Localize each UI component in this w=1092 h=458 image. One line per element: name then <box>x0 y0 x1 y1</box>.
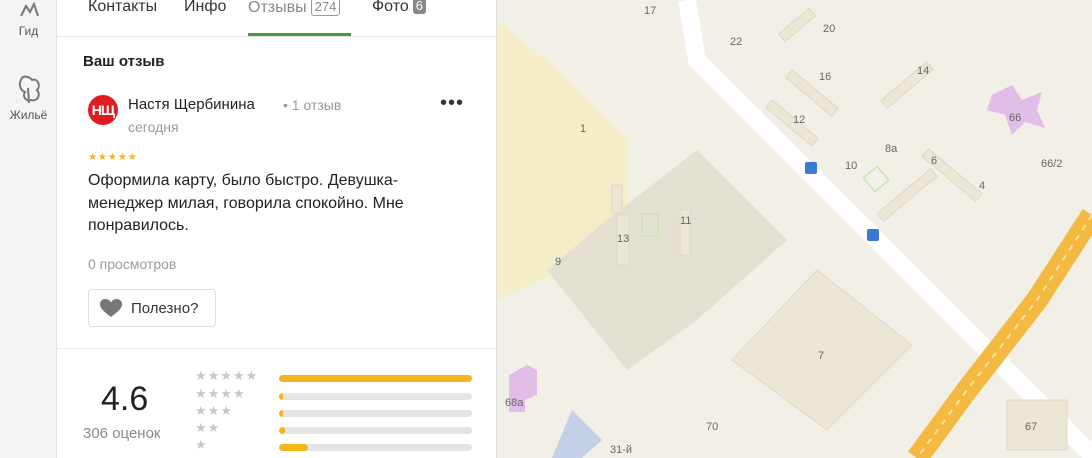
tab-photos-count: 6 <box>412 0 426 14</box>
map-label: 31-й <box>610 444 633 456</box>
rating-distribution-row[interactable]: ★★ <box>195 420 475 437</box>
avatar[interactable]: НЩ <box>88 95 118 125</box>
your-review-title: Ваш отзыв <box>83 53 165 70</box>
map-building <box>611 184 623 214</box>
rail-item-lodging-label: Жильё <box>9 108 48 122</box>
rail-item-lodging[interactable]: Жильё <box>0 74 57 122</box>
rail-item-guide-label: Гид <box>18 24 39 38</box>
map-label: 17 <box>644 5 657 17</box>
map-label: 9 <box>555 256 562 268</box>
distribution-fill <box>279 410 283 417</box>
distribution-stars: ★★★★ <box>195 386 246 401</box>
distribution-stars: ★★ <box>195 420 221 435</box>
tab-info-label: Инфо <box>184 0 227 15</box>
organization-panel: Контакты Инфо Отзывы 274 Фото 6 Ваш отзыв … <box>57 0 497 458</box>
tab-contacts-label: Контакты <box>88 0 158 15</box>
author-name[interactable]: Настя Щербинина <box>128 96 255 113</box>
map-label: 8а <box>885 143 898 155</box>
rating-distribution-row[interactable]: ★★★★★ <box>195 368 475 385</box>
map-label: 6 <box>931 155 938 167</box>
map-label: 70 <box>706 421 719 433</box>
map-label: 1 <box>580 123 587 135</box>
distribution-stars: ★★★ <box>195 403 233 418</box>
distribution-fill <box>279 375 472 382</box>
rating-distribution-row[interactable]: ★ <box>195 437 475 454</box>
distribution-track <box>279 410 472 417</box>
map-label: 66 <box>1009 112 1022 124</box>
map-label: 10 <box>845 160 858 172</box>
more-options-button[interactable]: ••• <box>437 93 467 120</box>
lodging-icon <box>18 75 40 104</box>
bus-stop-icon[interactable] <box>805 162 817 174</box>
map-label: 20 <box>823 23 836 35</box>
distribution-stars: ★★★★★ <box>195 368 259 383</box>
map-label: 12 <box>793 114 806 126</box>
distribution-fill <box>279 444 308 451</box>
map-label: 14 <box>917 65 930 77</box>
distribution-stars: ★ <box>195 437 208 452</box>
tab-reviews[interactable]: Отзывы 274 <box>248 0 341 17</box>
review-text: Оформила карту, было быстро. Девушка-мен… <box>88 172 404 234</box>
rating-count: 306 оценок <box>83 425 161 442</box>
guide-icon <box>19 2 39 17</box>
map-view[interactable]: 17 22 20 16 14 12 66 1 8а 10 6 66/2 4 13… <box>497 0 1092 458</box>
map-label: 68а <box>505 397 524 409</box>
rating-distribution-row[interactable]: ★★★★ <box>195 386 475 403</box>
helpful-button[interactable]: Полезно? <box>88 289 216 327</box>
helpful-button-label: Полезно? <box>131 299 199 317</box>
distribution-track <box>279 393 472 400</box>
rail-item-guide[interactable]: Гид <box>0 2 57 38</box>
review-views: 0 просмотров <box>88 256 177 272</box>
tab-photos-label: Фото <box>372 0 409 15</box>
active-tab-indicator <box>248 33 351 36</box>
section-divider <box>57 348 496 349</box>
map-canvas[interactable] <box>497 0 1092 458</box>
map-label: 66/2 <box>1041 158 1063 170</box>
author-review-count: • 1 отзыв <box>283 97 342 113</box>
tab-photos[interactable]: Фото 6 <box>372 0 426 16</box>
distribution-fill <box>279 427 285 434</box>
map-label: 4 <box>979 180 986 192</box>
map-label: 11 <box>680 215 692 227</box>
review-stars: ★★★★★ <box>88 152 138 163</box>
left-rail: Гид Жильё <box>0 0 57 458</box>
map-label: 67 <box>1025 421 1038 433</box>
distribution-track <box>279 427 472 434</box>
tab-bar: Контакты Инфо Отзывы 274 Фото 6 <box>57 0 496 37</box>
rating-distribution-row[interactable]: ★★★ <box>195 403 475 420</box>
tab-info[interactable]: Инфо <box>184 0 226 16</box>
heart-icon <box>100 299 122 317</box>
distribution-track <box>279 375 472 382</box>
map-label: 7 <box>818 350 825 362</box>
map-label: 13 <box>617 233 630 245</box>
review-date: сегодня <box>128 119 179 135</box>
map-label: 16 <box>819 71 832 83</box>
tab-reviews-count: 274 <box>310 0 341 16</box>
distribution-track <box>279 444 472 451</box>
rating-value: 4.6 <box>101 380 149 418</box>
tab-contacts[interactable]: Контакты <box>88 0 157 16</box>
bus-stop-icon[interactable] <box>867 229 879 241</box>
distribution-fill <box>279 393 283 400</box>
tab-reviews-label: Отзывы <box>248 0 307 16</box>
more-dots-icon: ••• <box>439 92 464 114</box>
map-label: 22 <box>730 36 743 48</box>
